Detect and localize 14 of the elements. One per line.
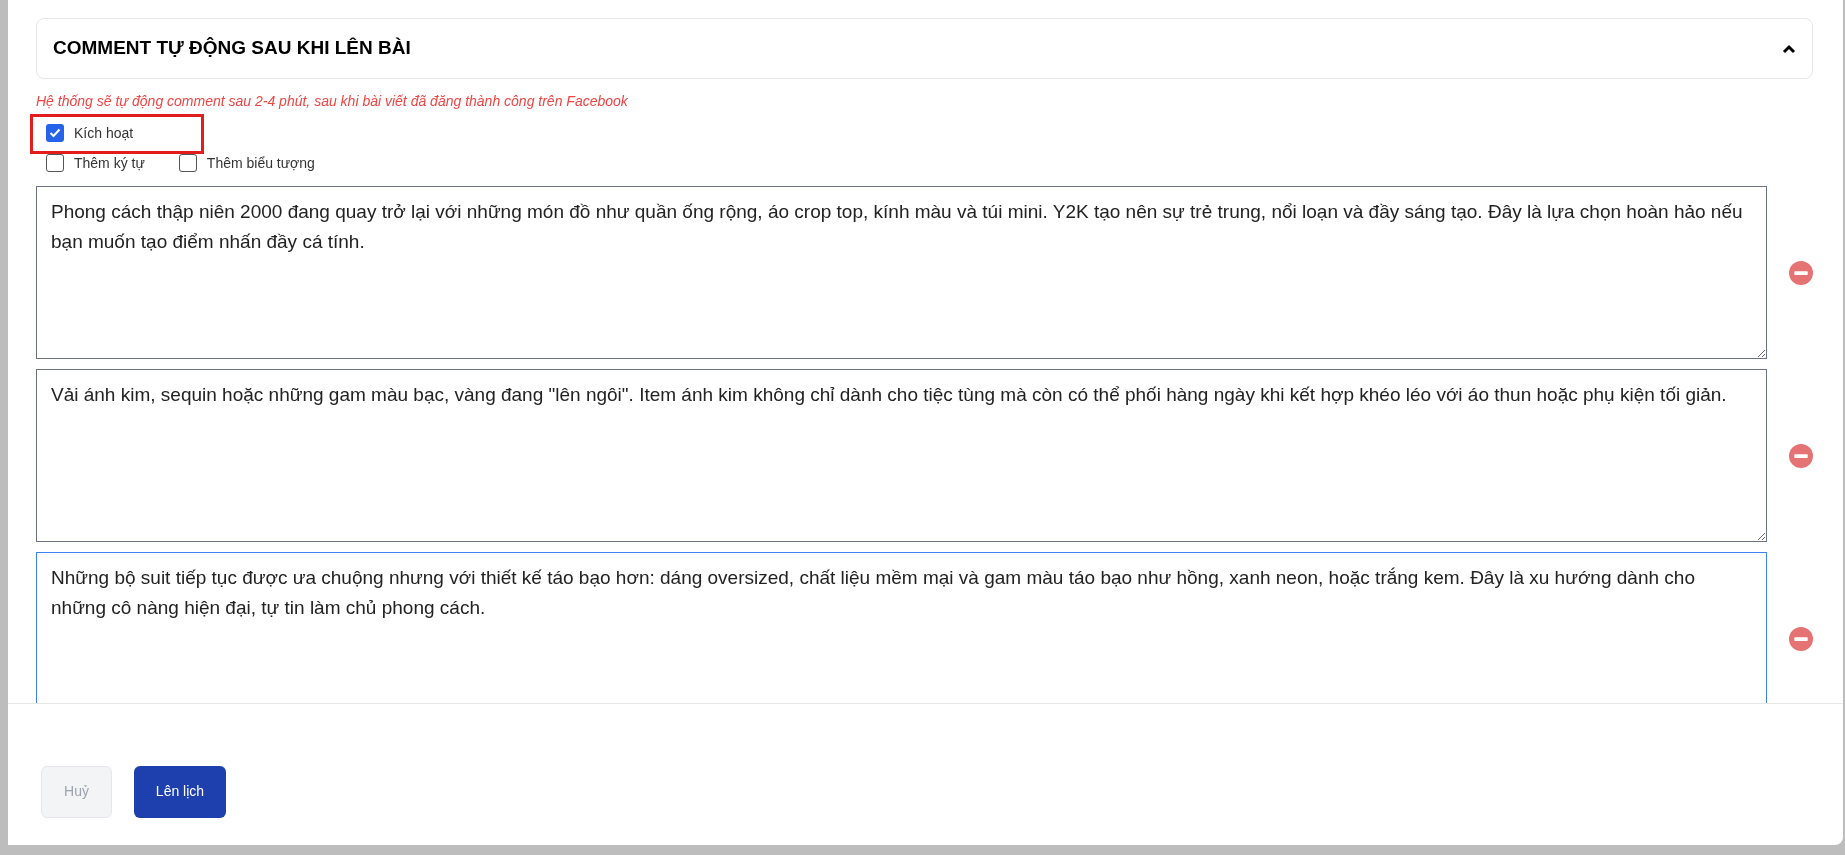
- schedule-button[interactable]: Lên lịch: [134, 765, 226, 818]
- checkbox-label[interactable]: Thêm biểu tượng: [206, 152, 315, 174]
- section-title: COMMENT TỰ ĐỘNG SAU KHI LÊN BÀI: [53, 36, 411, 61]
- comment-input[interactable]: Những bộ suit tiếp tục được ưa chuộng nhưng với thiết kế táo bạo hơn: dáng oversized, chất liệu mềm mại và gam màu táo bạo như hồng, xanh neon, hoặc trắng kem. Đây là xu hướng dành cho những cô nàng hiện đại, tự tin làm chủ phong cách.: [36, 552, 1767, 703]
- checkbox-label[interactable]: Thêm ký tự: [74, 152, 145, 174]
- checkbox[interactable]: [178, 154, 197, 172]
- info-note: Hệ thống sẽ tự động comment sau 2-4 phút, sau khi bài viết đã đăng thành công trên Facebook: [36, 92, 629, 111]
- chevron-up-icon[interactable]: [1782, 43, 1796, 54]
- checkbox[interactable]: [46, 124, 64, 142]
- comment-input[interactable]: Phong cách thập niên 2000 đang quay trở lại với những món đồ như quần ống rộng, áo crop top, kính màu và túi mini. Y2K tạo nên sự trẻ trung, nổi loạn và đầy sáng tạo. Đây là lựa chọn hoàn hảo nếu bạn muốn tạo điểm nhấn đầy cá tính.: [36, 186, 1767, 359]
- checkbox-label[interactable]: Kích hoạt: [74, 122, 134, 144]
- checkbox[interactable]: [46, 154, 64, 172]
- section-header[interactable]: COMMENT TỰ ĐỘNG SAU KHI LÊN BÀI: [36, 18, 1813, 79]
- comment-input[interactable]: Vải ánh kim, sequin hoặc những gam màu bạc, vàng đang "lên ngôi". Item ánh kim không chỉ dành cho tiệc tùng mà còn có thể phối hàng ngày khi kết hợp khéo léo với áo thun hoặc phụ kiện tối giản.: [36, 369, 1767, 542]
